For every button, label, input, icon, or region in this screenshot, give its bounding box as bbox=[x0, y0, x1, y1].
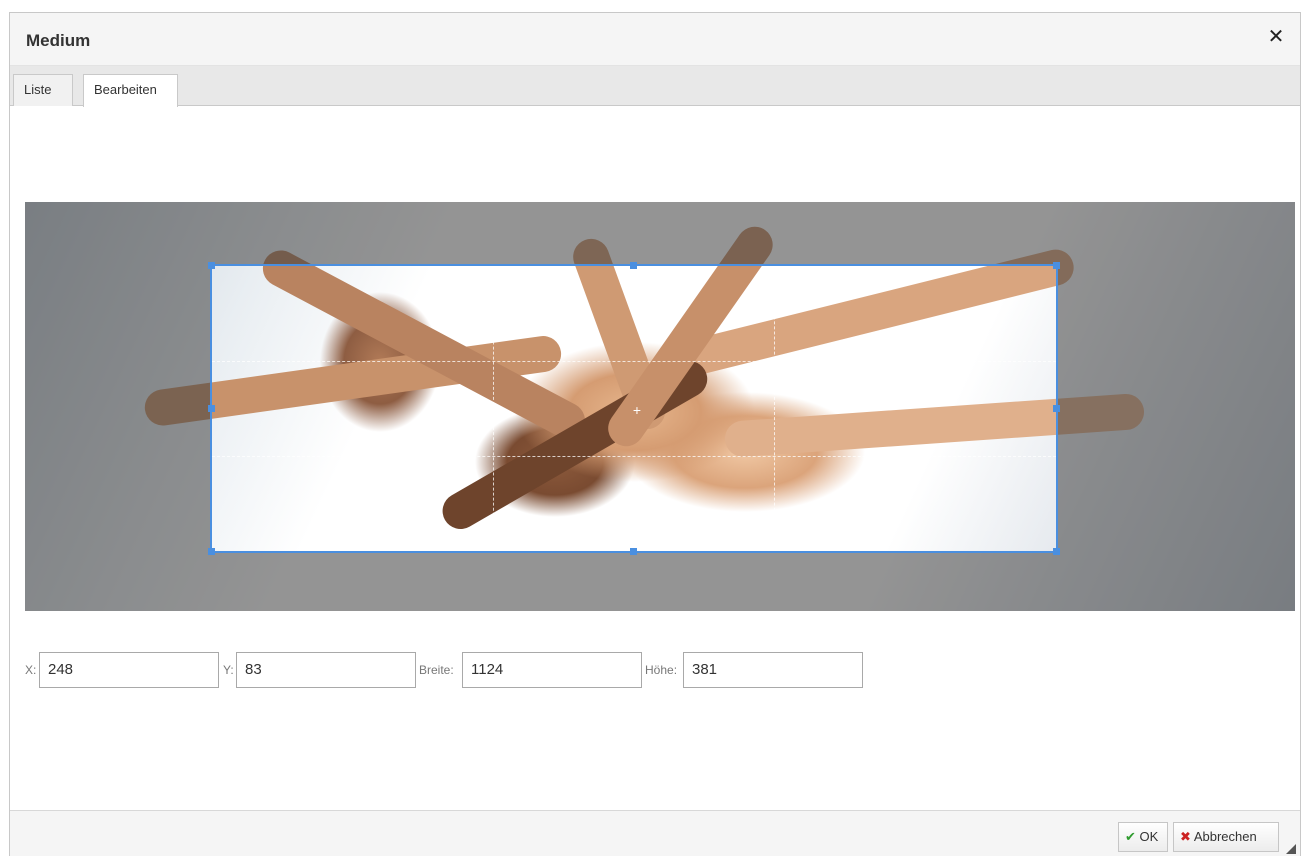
checkmark-icon: ✔ bbox=[1125, 829, 1136, 844]
dialog-titlebar[interactable]: Medium ✕ bbox=[10, 13, 1300, 66]
crop-shade-bottom bbox=[25, 553, 1295, 611]
edit-content: + X: 248 Y: 83 Breite: 1124 Höhe: 381 bbox=[10, 107, 1300, 809]
crop-handle-w[interactable] bbox=[208, 405, 215, 412]
tab-bar: Liste Bearbeiten bbox=[10, 66, 1300, 107]
crop-handle-ne[interactable] bbox=[1053, 262, 1060, 269]
crop-shade-top bbox=[25, 202, 1295, 264]
crop-handle-e[interactable] bbox=[1053, 405, 1060, 412]
crop-grid-line bbox=[212, 360, 1056, 362]
page-top-strip bbox=[0, 0, 1309, 12]
crop-handle-n[interactable] bbox=[630, 262, 637, 269]
resize-grip-icon[interactable] bbox=[1286, 844, 1296, 854]
width-input[interactable]: 1124 bbox=[462, 652, 642, 688]
y-input[interactable]: 83 bbox=[236, 652, 416, 688]
dialog-footer: ✔ OK ✖ Abbrechen bbox=[10, 810, 1300, 856]
crop-handle-nw[interactable] bbox=[208, 262, 215, 269]
crop-selection-box[interactable]: + bbox=[208, 262, 1060, 555]
tab-bearbeiten[interactable]: Bearbeiten bbox=[83, 74, 178, 107]
dialog-title: Medium bbox=[26, 31, 91, 50]
ok-button-label: OK bbox=[1139, 829, 1159, 844]
tab-liste[interactable]: Liste bbox=[13, 74, 73, 106]
y-label: Y: bbox=[223, 663, 234, 677]
cancel-button-label: Abbrechen bbox=[1193, 829, 1257, 844]
crop-image-area[interactable]: + bbox=[25, 202, 1295, 611]
x-input[interactable]: 248 bbox=[39, 652, 219, 688]
close-icon[interactable]: ✕ bbox=[1266, 27, 1286, 47]
crop-grid-line bbox=[774, 266, 776, 551]
crop-handle-sw[interactable] bbox=[208, 548, 215, 555]
crop-coordinates: X: 248 Y: 83 Breite: 1124 Höhe: 381 bbox=[25, 652, 1025, 688]
cancel-button[interactable]: ✖ Abbrechen bbox=[1173, 822, 1279, 852]
crop-center-icon: + bbox=[632, 402, 642, 418]
cross-icon: ✖ bbox=[1180, 829, 1191, 844]
crop-shade-right bbox=[1058, 264, 1295, 553]
height-label: Höhe: bbox=[645, 663, 678, 677]
crop-grid-line bbox=[493, 266, 495, 551]
ok-button[interactable]: ✔ OK bbox=[1118, 822, 1168, 852]
crop-grid-line bbox=[212, 455, 1056, 457]
x-label: X: bbox=[25, 663, 37, 677]
crop-handle-s[interactable] bbox=[630, 548, 637, 555]
media-dialog: Medium ✕ Liste Bearbeiten + X: 248 Y: 83… bbox=[9, 12, 1301, 856]
crop-handle-se[interactable] bbox=[1053, 548, 1060, 555]
width-label: Breite: bbox=[419, 663, 454, 677]
height-input[interactable]: 381 bbox=[683, 652, 863, 688]
crop-shade-left bbox=[25, 264, 210, 553]
